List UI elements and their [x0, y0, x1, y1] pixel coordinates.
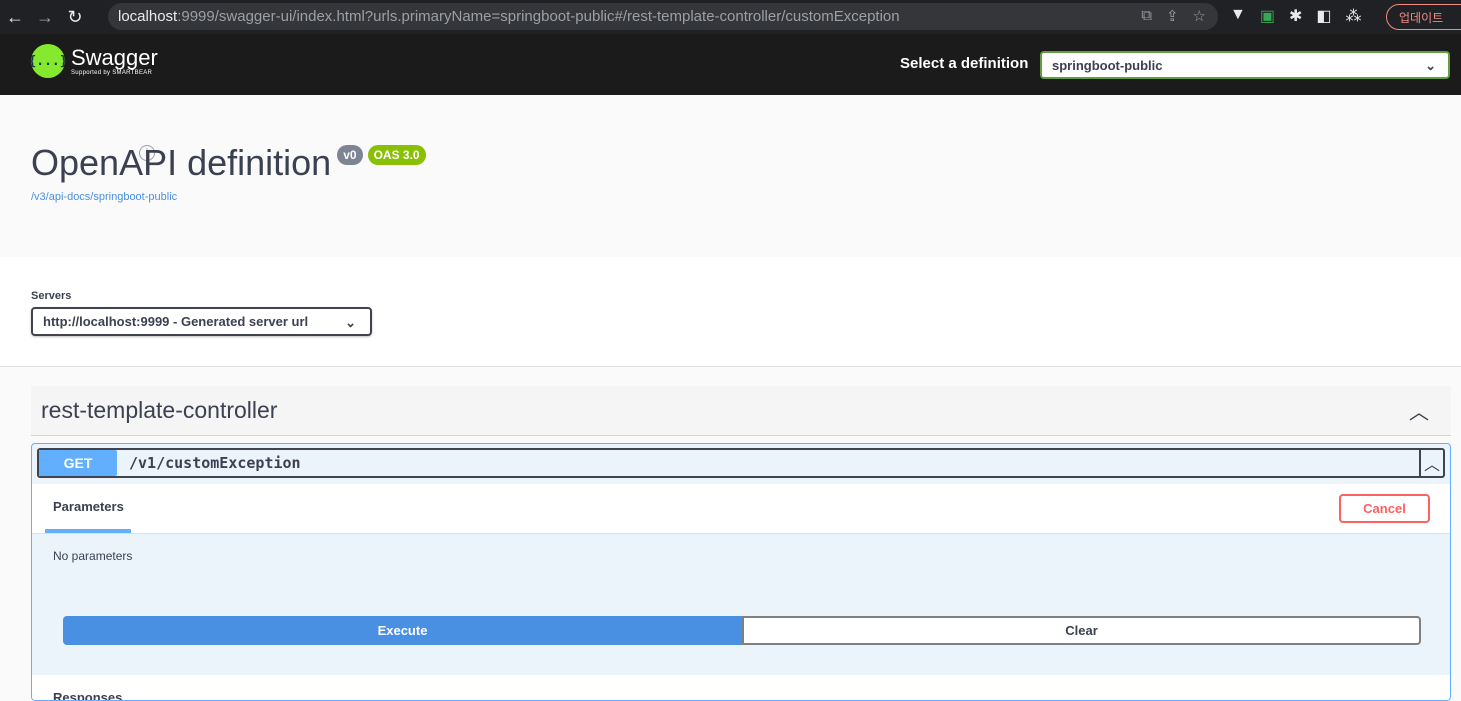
tag-name: rest-template-controller	[41, 397, 278, 423]
method-badge: GET	[39, 450, 117, 476]
no-parameters-text: No parameters	[53, 549, 133, 563]
logo-sub: Supported by SMARTBEAR	[71, 70, 153, 76]
page-title: OpenAPI definition	[31, 142, 332, 183]
servers-section: Servers http://localhost:9999 - Generate…	[0, 257, 1461, 367]
share-icon[interactable]: ⇪	[1166, 7, 1179, 25]
vuejs-extension-icon[interactable]: ▼	[1230, 6, 1246, 26]
swagger-logo-icon: {...}	[28, 44, 68, 78]
url-path: :9999/swagger-ui/index.html?urls.primary…	[177, 8, 900, 25]
url-host: localhost	[118, 8, 178, 25]
tab-parameters[interactable]: Parameters	[53, 499, 124, 514]
chevron-down-icon: ⌄	[345, 315, 356, 330]
update-button[interactable]: 업데이트	[1386, 4, 1461, 30]
swagger-logo[interactable]: {...} Swagger Supported by SMARTBEAR	[28, 44, 158, 78]
execute-row: Execute Clear	[63, 616, 1421, 645]
servers-select[interactable]: http://localhost:9999 - Generated server…	[31, 307, 372, 336]
tab-underline	[45, 529, 131, 533]
bookmark-star-icon[interactable]: ☆	[1193, 7, 1206, 25]
responses-label: Responses	[53, 690, 123, 701]
version-badge: v0	[337, 145, 363, 165]
extensions-puzzle-icon[interactable]: ✱	[1289, 6, 1302, 26]
definition-label: Select a definition	[900, 55, 1029, 72]
logo-name: Swagger	[71, 45, 158, 70]
servers-label: Servers	[31, 290, 72, 302]
definition-select[interactable]: springboot-public ⌄	[1040, 51, 1450, 79]
parameters-header: Parameters Cancel	[32, 484, 1450, 534]
servers-value: http://localhost:9999 - Generated server…	[43, 314, 309, 329]
address-bar[interactable]: i localhost:9999/swagger-ui/index.html?u…	[108, 3, 1218, 161]
side-panel-icon[interactable]: ◧	[1316, 6, 1331, 26]
api-info: OpenAPI definition v0 OAS 3.0	[31, 142, 426, 184]
extension-green-icon[interactable]: ▣	[1260, 6, 1275, 26]
api-docs-link[interactable]: /v3/api-docs/springboot-public	[31, 191, 177, 203]
cancel-button[interactable]: Cancel	[1339, 494, 1430, 523]
devices-icon[interactable]: ⁂	[1346, 6, 1362, 26]
oas-badge: OAS 3.0	[367, 145, 426, 165]
operation-summary[interactable]: GET /v1/customException ︿	[37, 448, 1445, 478]
operation-path: /v1/customException	[129, 454, 301, 472]
chevron-down-icon: ⌄	[1425, 58, 1436, 73]
swagger-topbar: {...} Swagger Supported by SMARTBEAR Sel…	[0, 34, 1461, 95]
tag-header[interactable]: rest-template-controller ︿	[31, 386, 1451, 436]
forward-icon[interactable]: →	[30, 2, 60, 32]
browser-toolbar: ← → ↻ i localhost:9999/swagger-ui/index.…	[0, 0, 1461, 161]
translate-icon[interactable]: ⧉	[1141, 7, 1152, 25]
back-icon[interactable]: ←	[0, 2, 30, 32]
execute-button[interactable]: Execute	[63, 616, 742, 645]
chevron-up-icon[interactable]: ︿	[1409, 396, 1429, 425]
reload-icon[interactable]: ↻	[60, 2, 90, 32]
chevron-up-icon[interactable]: ︿	[1419, 450, 1443, 476]
responses-header: Responses	[32, 675, 1450, 701]
definition-value: springboot-public	[1052, 57, 1163, 73]
operation-block: GET /v1/customException ︿ Parameters Can…	[31, 443, 1451, 701]
clear-button[interactable]: Clear	[742, 616, 1421, 645]
